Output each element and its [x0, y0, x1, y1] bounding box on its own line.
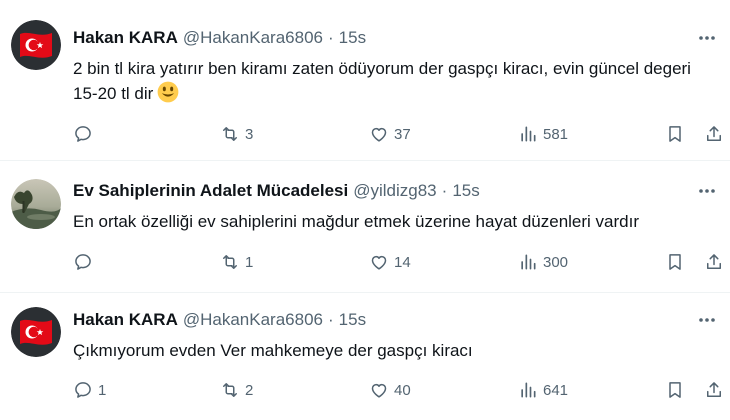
retweet-icon	[223, 127, 237, 141]
view-count: 581	[543, 125, 569, 143]
like-count: 37	[394, 125, 411, 143]
like-button[interactable]: 40	[369, 379, 411, 401]
smiling-face-emoji-icon	[157, 81, 179, 103]
analytics-icon	[521, 254, 536, 270]
views-button[interactable]: 300	[518, 251, 568, 273]
like-button[interactable]: 14	[369, 251, 411, 273]
share-icon	[707, 254, 721, 269]
separator-dot: ·	[441, 181, 448, 200]
share-button[interactable]	[704, 123, 724, 145]
separator-dot: ·	[328, 28, 334, 47]
heart-icon	[371, 255, 387, 270]
reply-button[interactable]	[73, 123, 98, 145]
reply-icon	[75, 382, 91, 398]
landscape-photo-icon	[11, 179, 61, 229]
like-count: 40	[394, 381, 411, 399]
analytics-icon	[521, 382, 536, 398]
tweet-text: Çıkmıyorum evden Ver mahkemeye der gaspç…	[73, 339, 718, 363]
reply-icon	[75, 254, 91, 270]
turkish-flag-icon	[11, 20, 61, 70]
tweet-header: Ev Sahiplerinin Adalet Mücadelesi @yildi…	[73, 180, 480, 202]
retweet-icon	[223, 255, 237, 269]
tweet-text-content: En ortak özelliği ev sahiplerini mağdur …	[73, 212, 640, 231]
bookmark-icon	[669, 382, 681, 398]
retweet-count: 1	[245, 253, 254, 271]
author-handle[interactable]: @yildizg83	[353, 181, 436, 201]
analytics-icon	[521, 126, 536, 142]
more-icon	[699, 189, 715, 193]
reply-button[interactable]	[73, 251, 98, 273]
tweet[interactable]: Ev Sahiplerinin Adalet Mücadelesi @yildi…	[0, 161, 730, 292]
view-count: 641	[543, 381, 569, 399]
turkish-flag-icon	[11, 307, 61, 357]
heart-icon	[371, 383, 387, 398]
author-name[interactable]: Hakan KARA	[73, 310, 178, 330]
tweet-text-content: Çıkmıyorum evden Ver mahkemeye der gaspç…	[73, 341, 473, 360]
retweet-button[interactable]: 2	[220, 379, 253, 401]
retweet-button[interactable]: 1	[220, 251, 253, 273]
tweet[interactable]: Hakan KARA @HakanKara6806 · 15s Çıkmıyor…	[0, 293, 730, 420]
share-icon	[707, 126, 721, 141]
retweet-count: 3	[245, 125, 254, 143]
reply-count: 1	[98, 381, 107, 399]
tweet-text: En ortak özelliği ev sahiplerini mağdur …	[73, 210, 718, 234]
avatar[interactable]	[11, 179, 61, 229]
author-name[interactable]: Hakan KARA	[73, 28, 178, 48]
author-name[interactable]: Ev Sahiplerinin Adalet Mücadelesi	[73, 181, 348, 201]
reply-icon	[75, 126, 91, 142]
timestamp[interactable]: 15s	[452, 181, 479, 201]
retweet-button[interactable]: 3	[220, 123, 253, 145]
like-button[interactable]: 37	[369, 123, 411, 145]
more-options-button[interactable]	[696, 180, 718, 202]
share-button[interactable]	[704, 251, 724, 273]
tweet-feed: Hakan KARA @HakanKara6806 · 15s 2 bin tl…	[0, 0, 730, 420]
avatar[interactable]	[11, 307, 61, 357]
reply-button[interactable]: 1	[73, 379, 106, 401]
more-icon	[699, 318, 715, 322]
author-handle[interactable]: @HakanKara6806	[183, 310, 323, 330]
more-icon	[699, 36, 715, 40]
bookmark-icon	[669, 254, 681, 270]
heart-icon	[371, 127, 387, 142]
bookmark-icon	[669, 126, 681, 142]
views-button[interactable]: 581	[518, 123, 568, 145]
bookmark-button[interactable]	[665, 379, 685, 401]
views-button[interactable]: 641	[518, 379, 568, 401]
timestamp[interactable]: 15s	[339, 310, 366, 330]
more-options-button[interactable]	[696, 27, 718, 49]
tweet-text: 2 bin tl kira yatırır ben kiramı zaten ö…	[73, 57, 718, 106]
retweet-icon	[223, 383, 237, 397]
share-icon	[707, 382, 721, 397]
bookmark-button[interactable]	[665, 251, 685, 273]
retweet-count: 2	[245, 381, 254, 399]
timestamp[interactable]: 15s	[339, 28, 366, 48]
author-handle[interactable]: @HakanKara6806	[183, 28, 323, 48]
view-count: 300	[543, 253, 569, 271]
separator-dot: ·	[328, 310, 334, 329]
tweet-header: Hakan KARA @HakanKara6806 · 15s	[73, 309, 366, 331]
more-options-button[interactable]	[696, 309, 718, 331]
bookmark-button[interactable]	[665, 123, 685, 145]
avatar[interactable]	[11, 20, 61, 70]
like-count: 14	[394, 253, 411, 271]
tweet-header: Hakan KARA @HakanKara6806 · 15s	[73, 27, 366, 49]
share-button[interactable]	[704, 379, 724, 401]
tweet[interactable]: Hakan KARA @HakanKara6806 · 15s 2 bin tl…	[0, 0, 730, 160]
